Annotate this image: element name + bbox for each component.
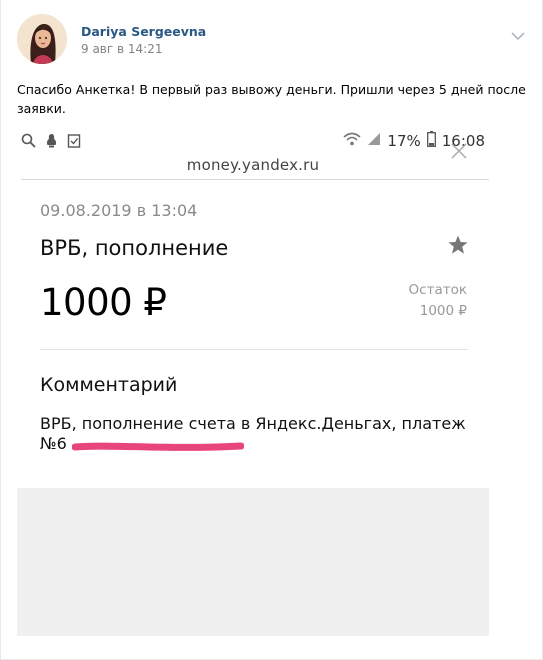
close-icon[interactable]: [450, 142, 468, 160]
divider: [21, 179, 489, 180]
wifi-icon: [343, 132, 361, 150]
phone-status-bar: 17% 16:08: [17, 126, 489, 156]
author-name[interactable]: Dariya Sergeevna: [81, 24, 206, 39]
redaction-mark: [71, 438, 245, 451]
clipboard-check-icon: [67, 133, 81, 152]
battery-icon: [426, 131, 436, 151]
image-placeholder-area: [17, 488, 489, 636]
post-border: [0, 0, 1, 660]
signal-icon: [367, 132, 381, 150]
chevron-down-icon[interactable]: [511, 26, 525, 41]
balance-label: Остаток: [408, 282, 467, 298]
post-date[interactable]: 9 авг в 14:21: [81, 42, 162, 56]
browser-domain: money.yandex.ru: [186, 156, 320, 174]
feed-post: Dariya Sergeevna 9 авг в 14:21 Спасибо А…: [0, 0, 543, 660]
comment-heading: Комментарий: [40, 374, 178, 396]
notification-icon: [44, 133, 59, 152]
divider: [40, 349, 468, 350]
transaction-amount: 1000 ₽: [40, 281, 167, 324]
attached-screenshot[interactable]: 17% 16:08 money.yandex.ru 09.08.2019 в 1…: [17, 126, 489, 636]
search-icon: [21, 133, 36, 152]
star-icon[interactable]: [447, 234, 469, 256]
avatar[interactable]: [17, 14, 67, 64]
transaction-title: ВРБ, пополнение: [40, 236, 229, 260]
battery-percent: 17%: [387, 132, 421, 150]
avatar-image: [17, 14, 67, 64]
transaction-datetime: 09.08.2019 в 13:04: [40, 201, 198, 220]
post-text: Спасибо Анкетка! В первый раз вывожу ден…: [17, 82, 526, 116]
balance-value: 1000 ₽: [419, 303, 467, 319]
transaction-card: 09.08.2019 в 13:04 ВРБ, пополнение 1000 …: [17, 182, 489, 488]
